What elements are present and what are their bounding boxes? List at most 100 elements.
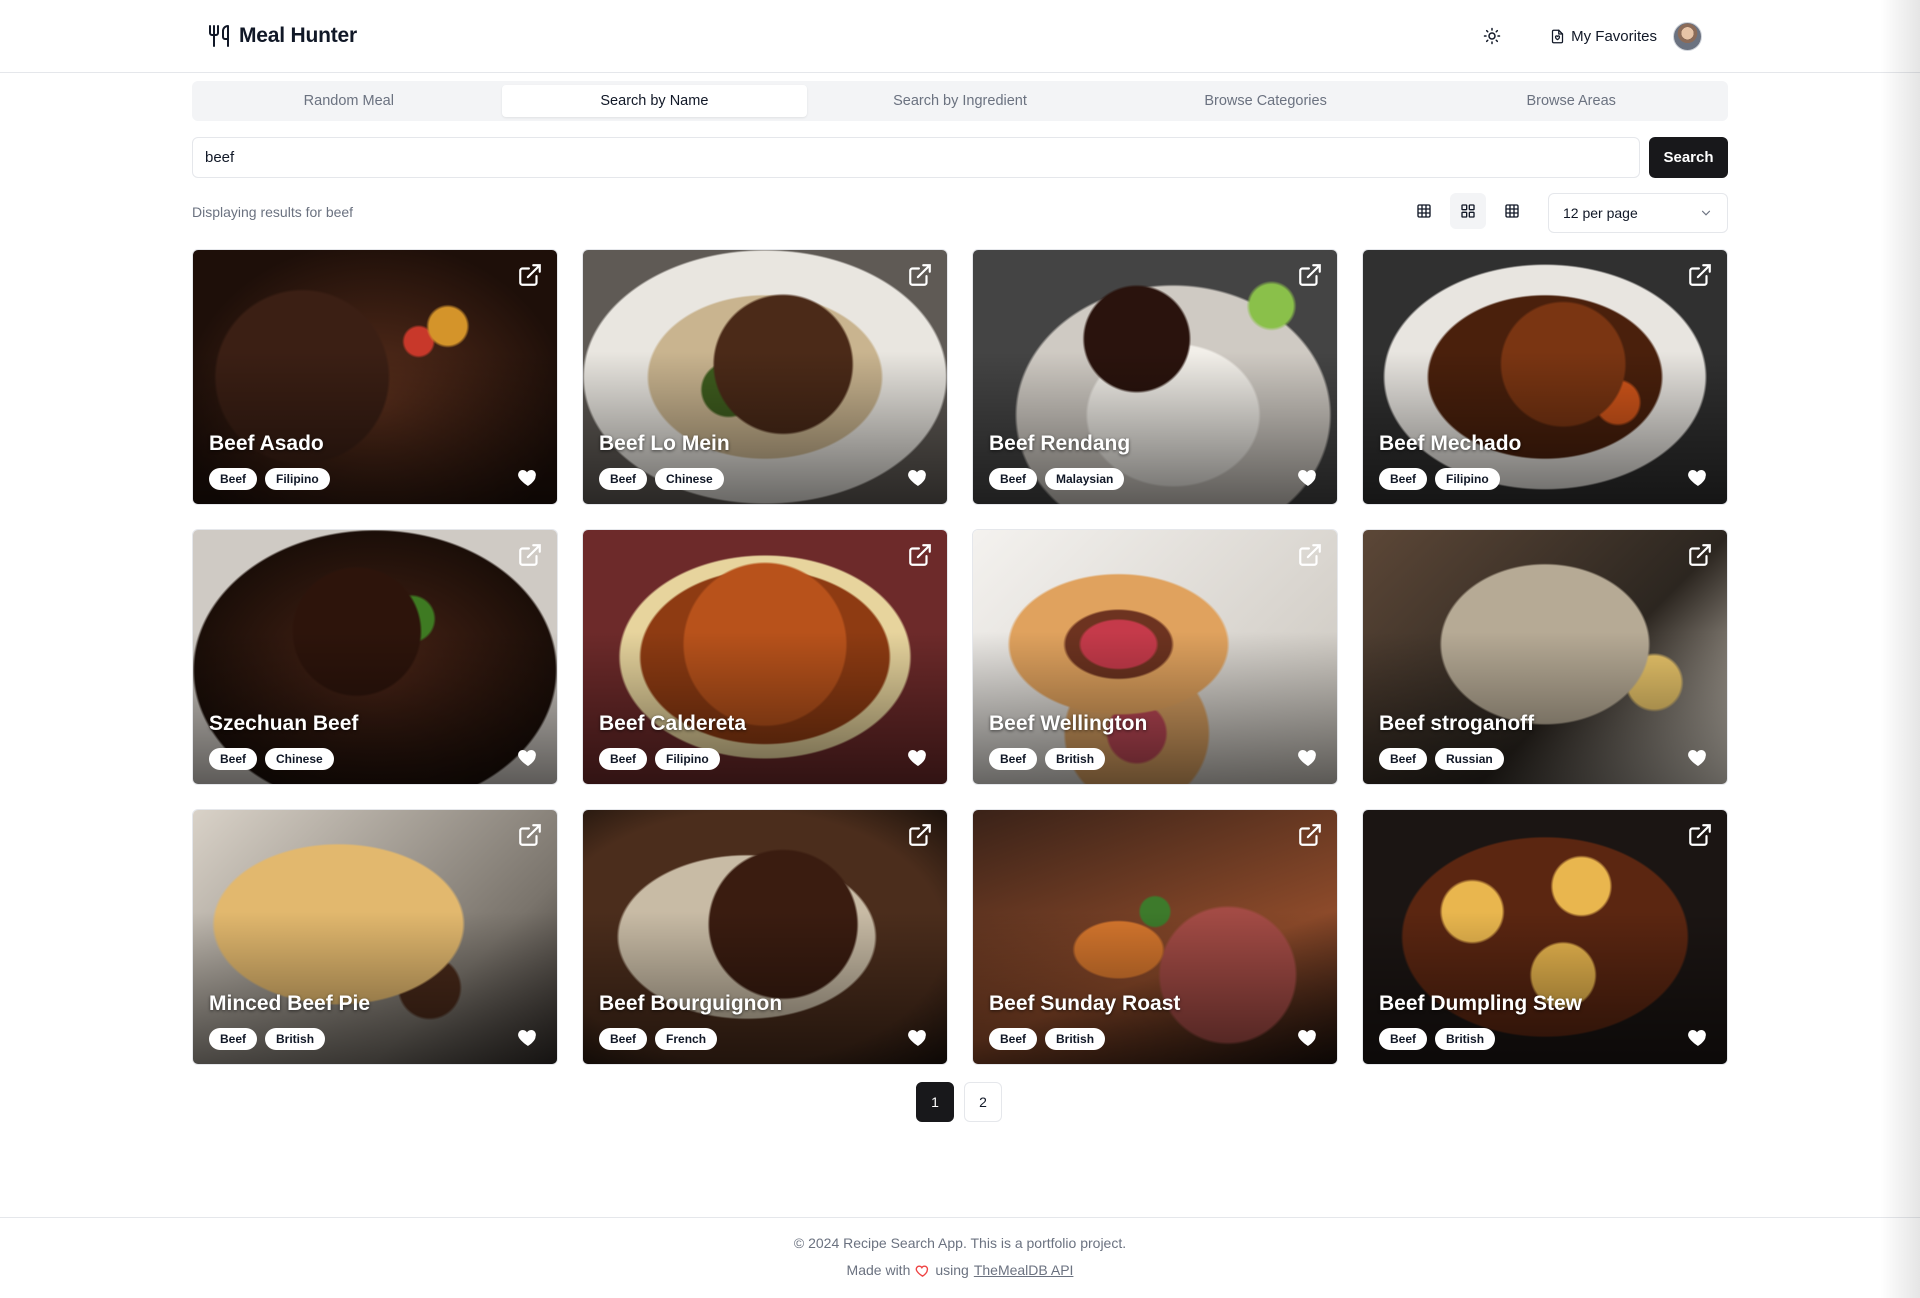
per-page-select[interactable]: 12 per page — [1548, 193, 1728, 233]
area-badge: French — [655, 1028, 718, 1050]
meal-name: Minced Beef Pie — [209, 992, 371, 1015]
meal-card[interactable]: Szechuan Beef Beef Chinese — [192, 529, 558, 785]
external-link-icon[interactable] — [1685, 540, 1715, 570]
external-link-icon[interactable] — [515, 540, 545, 570]
chevron-down-icon — [1701, 210, 1711, 216]
area-badge: Malaysian — [1045, 468, 1125, 490]
external-link-icon[interactable] — [905, 820, 935, 850]
area-badge: Russian — [1435, 748, 1504, 770]
external-link-icon[interactable] — [1295, 260, 1325, 290]
meal-card[interactable]: Beef stroganoff Beef Russian — [1362, 529, 1728, 785]
user-avatar[interactable] — [1673, 21, 1702, 51]
favorite-heart-icon[interactable] — [515, 744, 541, 770]
heart-icon — [916, 1264, 929, 1277]
external-link-icon[interactable] — [515, 260, 545, 290]
meal-card[interactable]: Beef Lo Mein Beef Chinese — [582, 249, 948, 505]
external-link-icon[interactable] — [905, 540, 935, 570]
meal-card[interactable]: Beef Rendang Beef Malaysian — [972, 249, 1338, 505]
favorite-heart-icon[interactable] — [905, 744, 931, 770]
category-badge: Beef — [989, 1028, 1038, 1050]
favorite-heart-icon[interactable] — [515, 1024, 541, 1050]
meal-name: Beef Dumpling Stew — [1379, 992, 1583, 1015]
tab-browse-categories[interactable]: Browse Categories — [1113, 85, 1419, 117]
meal-name: Beef Caldereta — [599, 712, 747, 735]
area-badge: British — [1435, 1028, 1496, 1050]
category-badge: Beef — [1379, 748, 1428, 770]
header-actions: My Favorites — [1474, 18, 1702, 54]
footer: © 2024 Recipe Search App. This is a port… — [0, 1217, 1920, 1298]
grid-2x2-icon — [1461, 204, 1475, 218]
external-link-icon[interactable] — [1295, 820, 1325, 850]
my-favorites-label: My Favorites — [1571, 27, 1657, 45]
app-title: Meal Hunter — [239, 24, 357, 47]
meal-name: Beef Rendang — [989, 432, 1131, 455]
favorite-heart-icon[interactable] — [1685, 464, 1711, 490]
meal-name: Beef stroganoff — [1379, 712, 1535, 735]
category-badge: Beef — [209, 748, 258, 770]
themealdb-link[interactable]: TheMealDB API — [974, 1262, 1074, 1278]
category-badge: Beef — [599, 748, 648, 770]
external-link-icon[interactable] — [1295, 540, 1325, 570]
per-page-value: 12 per page — [1563, 205, 1638, 221]
results-summary: Displaying results for beef — [192, 204, 354, 220]
favorite-heart-icon[interactable] — [515, 464, 541, 490]
view-toggle-group — [1406, 193, 1530, 229]
edge-shade — [1880, 0, 1920, 1298]
bookmark-heart-icon — [1552, 29, 1564, 43]
area-badge: Filipino — [1435, 468, 1500, 490]
favorite-heart-icon[interactable] — [905, 464, 931, 490]
category-badge: Beef — [599, 1028, 648, 1050]
meal-name: Beef Sunday Roast — [989, 992, 1181, 1015]
category-badge: Beef — [209, 468, 258, 490]
theme-toggle-button[interactable] — [1474, 18, 1510, 54]
favorite-heart-icon[interactable] — [1295, 1024, 1321, 1050]
meal-card[interactable]: Beef Sunday Roast Beef British — [972, 809, 1338, 1065]
favorite-heart-icon[interactable] — [1685, 1024, 1711, 1050]
tab-search-by-name[interactable]: Search by Name — [501, 85, 808, 117]
favorite-heart-icon[interactable] — [1295, 464, 1321, 490]
meal-card[interactable]: Beef Asado Beef Filipino — [192, 249, 558, 505]
pagination: 1 2 — [916, 1082, 1002, 1122]
my-favorites-button[interactable]: My Favorites — [1550, 28, 1657, 45]
category-badge: Beef — [989, 468, 1038, 490]
tab-search-by-ingredient[interactable]: Search by Ingredient — [807, 85, 1113, 117]
area-badge: British — [1045, 1028, 1106, 1050]
tab-random-meal[interactable]: Random Meal — [196, 85, 502, 117]
external-link-icon[interactable] — [1685, 260, 1715, 290]
footer-credit: Made with using TheMealDB API — [0, 1262, 1920, 1278]
meal-card[interactable]: Minced Beef Pie Beef British — [192, 809, 558, 1065]
search-button[interactable]: Search — [1649, 137, 1728, 178]
page-button-2[interactable]: 2 — [964, 1082, 1002, 1122]
search-input[interactable] — [192, 137, 1640, 178]
brand[interactable]: Meal Hunter — [207, 24, 357, 48]
meal-card[interactable]: Beef Caldereta Beef Filipino — [582, 529, 948, 785]
tab-browse-areas[interactable]: Browse Areas — [1418, 85, 1724, 117]
grid-small-icon — [1417, 204, 1431, 218]
category-badge: Beef — [1379, 1028, 1428, 1050]
external-link-icon[interactable] — [515, 820, 545, 850]
favorite-heart-icon[interactable] — [1295, 744, 1321, 770]
area-badge: Filipino — [655, 748, 720, 770]
table-view-button[interactable] — [1494, 193, 1530, 229]
meal-card[interactable]: Beef Dumpling Stew Beef British — [1362, 809, 1728, 1065]
meal-name: Beef Asado — [209, 432, 324, 455]
utensils-icon — [207, 24, 231, 48]
area-badge: Chinese — [655, 468, 724, 490]
meal-name: Beef Wellington — [989, 712, 1148, 735]
meal-card[interactable]: Beef Bourguignon Beef French — [582, 809, 948, 1065]
favorite-heart-icon[interactable] — [905, 1024, 931, 1050]
area-badge: Chinese — [265, 748, 334, 770]
external-link-icon[interactable] — [1685, 820, 1715, 850]
favorite-heart-icon[interactable] — [1685, 744, 1711, 770]
meal-card[interactable]: Beef Mechado Beef Filipino — [1362, 249, 1728, 505]
grid-view-button[interactable] — [1450, 193, 1486, 229]
page-button-1[interactable]: 1 — [916, 1082, 954, 1122]
area-badge: Filipino — [265, 468, 330, 490]
search-mode-tabs: Random Meal Search by Name Search by Ing… — [192, 81, 1728, 121]
category-badge: Beef — [989, 748, 1038, 770]
external-link-icon[interactable] — [905, 260, 935, 290]
list-view-button[interactable] — [1406, 193, 1442, 229]
meal-name: Szechuan Beef — [209, 712, 359, 735]
app-header: Meal Hunter My Favorites — [0, 0, 1920, 73]
meal-card[interactable]: Beef Wellington Beef British — [972, 529, 1338, 785]
